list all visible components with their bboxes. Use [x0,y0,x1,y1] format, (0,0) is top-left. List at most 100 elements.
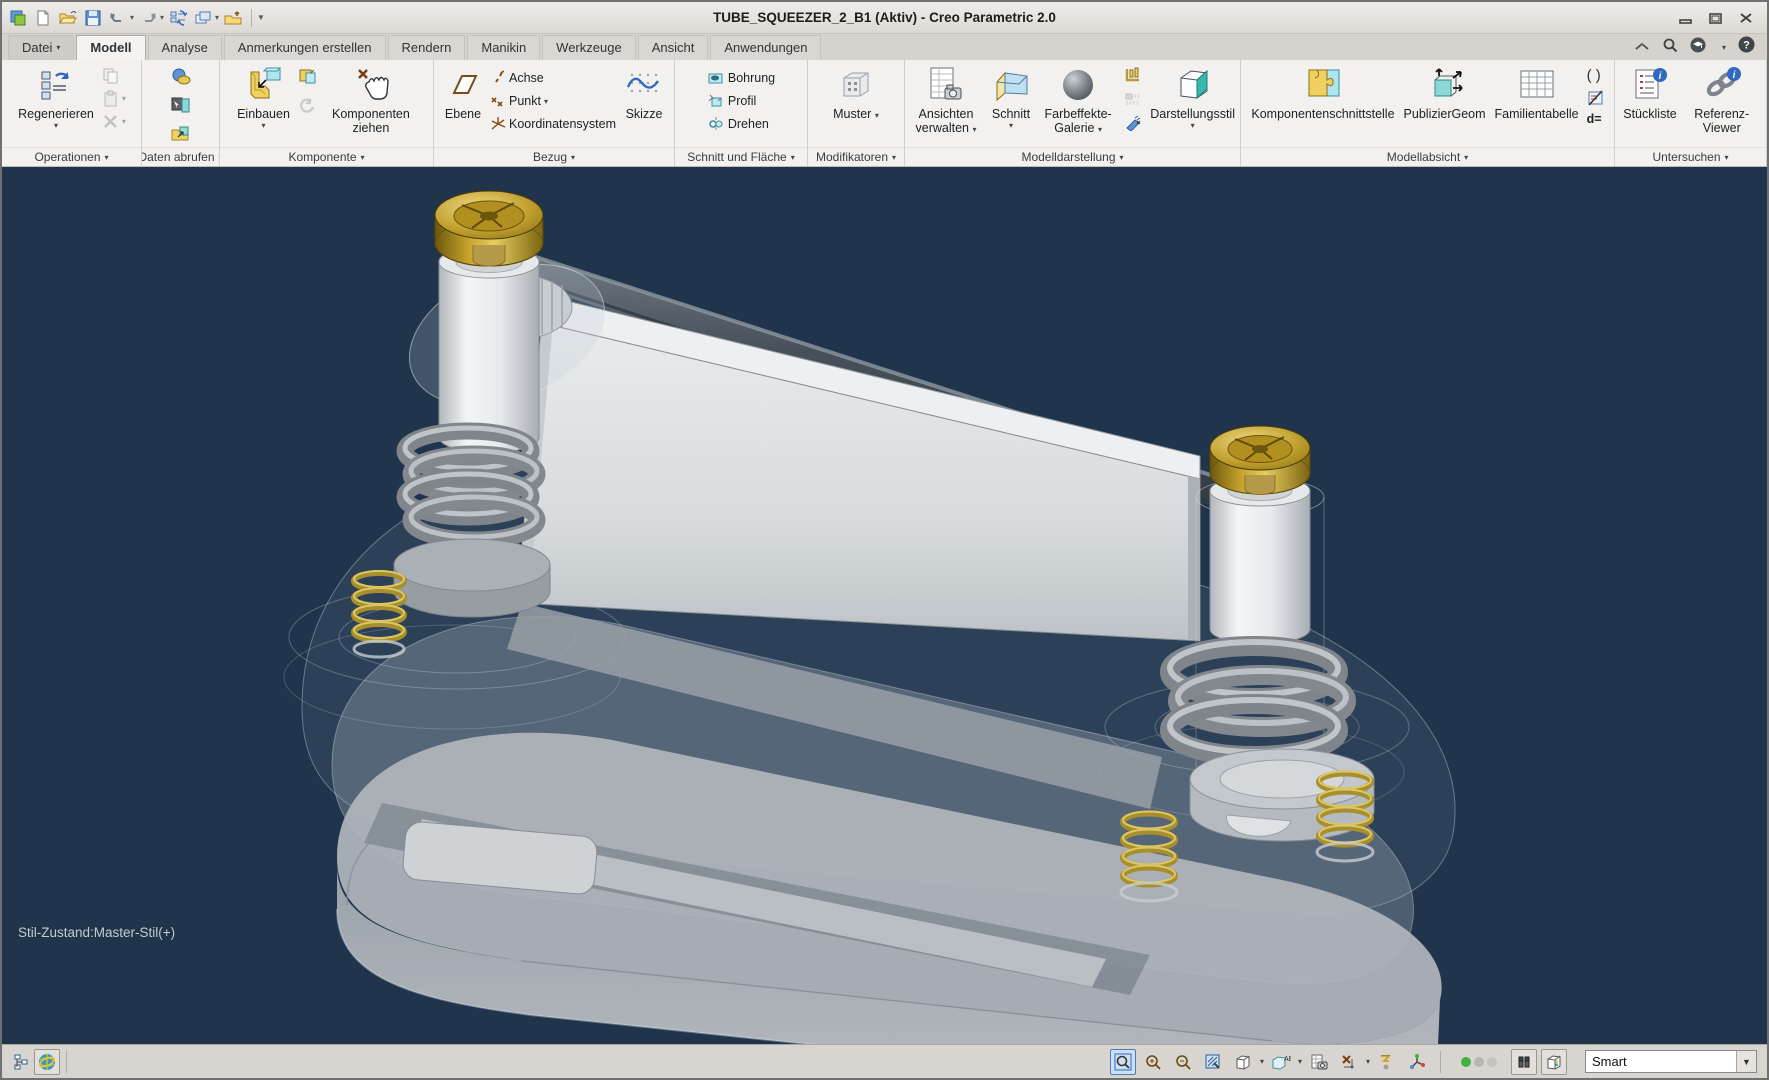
group-modellabsicht: Komponentenschnittstelle PublizierGeom F… [1241,60,1615,166]
annotation-tag-button[interactable] [1374,1049,1400,1075]
regenerieren-button[interactable]: Regenerieren ▾ [15,63,97,133]
undo-dropdown[interactable]: ▾ [130,13,134,22]
dropdown-arrow-icon: ▾ [56,43,61,52]
style-state-label: Stil-Zustand:Master-Stil(+) [18,925,175,940]
parameters-button[interactable]: ( ) [1585,66,1607,85]
undo-button[interactable] [107,7,129,29]
redo-button[interactable] [137,7,159,29]
muster-button[interactable]: Muster ▾ [830,63,882,123]
create-component-button[interactable] [296,66,320,86]
farbeffekte-galerie-button[interactable]: Farbeffekte-Galerie ▾ [1037,63,1119,138]
publiziergeom-button[interactable]: PublizierGeom [1401,63,1489,123]
group-label-modelldarstellung[interactable]: Modelldarstellung [1021,150,1115,164]
bohrung-button[interactable]: Bohrung [705,69,777,87]
tab-anmerkungen[interactable]: Anmerkungen erstellen [223,35,386,60]
ribbon: Regenerieren ▾ ▾ ▾ Operationen ▾ Daten a… [2,60,1767,167]
close-window-button[interactable] [222,7,244,29]
search-icon[interactable] [1662,37,1678,58]
group-label-daten-abrufen[interactable]: Daten abrufen [142,150,215,164]
achse-button[interactable]: Achse [488,69,618,87]
import-data-button[interactable] [168,66,194,88]
tab-anwendungen[interactable]: Anwendungen [710,35,822,60]
component-undo-button[interactable] [296,96,320,116]
browser-toggle-button[interactable] [34,1048,60,1075]
shared-data-button[interactable] [168,122,194,144]
window-switch-button[interactable] [192,7,214,29]
graphics-area[interactable]: Stil-Zustand:Master-Stil(+) [2,167,1767,1044]
tab-manikin[interactable]: Manikin [467,35,541,60]
group-label-bezug[interactable]: Bezug [533,150,567,164]
tab-modell[interactable]: Modell [76,35,146,60]
tab-datei[interactable]: Datei ▾ [8,35,75,60]
save-button[interactable] [82,7,104,29]
datum-display-filter-button[interactable] [1336,1049,1362,1075]
group-label-modellabsicht[interactable]: Modellabsicht [1387,150,1460,164]
repaint-button[interactable] [1200,1049,1226,1075]
ansichten-verwalten-button[interactable]: Ansichten verwalten ▾ [907,63,985,138]
qat-customize-dropdown[interactable]: ▼ [257,13,265,22]
familientabelle-button[interactable]: Familientabelle [1492,63,1582,123]
punkt-button[interactable]: Punkt ▾ [488,92,618,110]
zoom-in-button[interactable] [1140,1049,1166,1075]
switch-dimensions-button[interactable] [1585,89,1607,107]
stueckliste-button[interactable]: i Stückliste [1620,63,1680,123]
dropdown-arrow-icon: ▾ [360,152,365,162]
new-file-button[interactable] [32,7,54,29]
regenerate-quick-button[interactable] [167,7,189,29]
close-button[interactable] [1739,12,1753,24]
drehen-button[interactable]: Drehen [705,115,777,133]
open-file-button[interactable] [57,7,79,29]
delete-button[interactable]: ▾ [100,112,128,131]
ebene-button[interactable]: Ebene [441,63,485,123]
relations-button[interactable]: d= [1585,111,1607,127]
skizze-button[interactable]: Skizze [621,63,667,123]
view-manager-button[interactable] [1541,1048,1567,1075]
window-switch-dropdown[interactable]: ▾ [215,13,219,22]
selection-filter-dropdown[interactable]: Smart ▼ [1585,1050,1757,1073]
referenz-viewer-button[interactable]: i Referenz-Viewer [1683,63,1761,138]
koordinatensystem-button[interactable]: Koordinatensystem [488,115,618,133]
minimize-button[interactable] [1679,12,1693,24]
komponenten-ziehen-button[interactable]: Komponenten ziehen [323,63,419,138]
group-label-untersuchen[interactable]: Untersuchen [1652,150,1720,164]
learning-center-icon[interactable] [1690,37,1710,58]
group-label-komponente[interactable]: Komponente [288,150,356,164]
schnitt-button[interactable]: Schnitt ▾ [988,63,1034,133]
datum-display-dropdown[interactable]: ▾ [1366,1057,1370,1066]
spin-center-button[interactable] [1404,1049,1430,1075]
display-style-button[interactable] [1230,1049,1256,1075]
collapse-ribbon-icon[interactable] [1634,38,1650,56]
user-defined-feature-button[interactable] [168,94,194,116]
zoom-fit-button[interactable] [1109,1048,1136,1075]
zoom-out-button[interactable] [1170,1049,1196,1075]
display-settings-button[interactable] [1122,66,1144,84]
annotation-display-button[interactable]: AB [1268,1049,1294,1075]
group-label-modifikatoren[interactable]: Modifikatoren [816,150,888,164]
tab-analyse[interactable]: Analyse [147,35,222,60]
copy-button[interactable] [100,66,128,85]
komponentenschnittstelle-button[interactable]: Komponentenschnittstelle [1248,63,1397,123]
edit-position-button[interactable] [1122,114,1144,132]
saved-view-list-button[interactable] [1306,1049,1332,1075]
mesh-display-button[interactable] [1122,90,1144,108]
redo-dropdown[interactable]: ▾ [160,13,164,22]
tab-werkzeuge[interactable]: Werkzeuge [542,35,636,60]
help-icon[interactable]: ? [1738,36,1755,58]
tab-rendern[interactable]: Rendern [387,35,466,60]
profil-button[interactable]: Profil [705,92,777,110]
darstellungsstil-button[interactable]: Darstellungsstil ▾ [1147,63,1238,133]
einbauen-button[interactable]: Einbauen ▾ [234,63,293,133]
group-label-operationen[interactable]: Operationen [34,150,100,164]
display-style-dropdown[interactable]: ▾ [1260,1057,1264,1066]
paste-button[interactable]: ▾ [100,89,128,108]
app-icon[interactable] [7,7,29,29]
learning-dropdown-icon[interactable]: ▾ [1722,43,1726,52]
restore-button[interactable] [1709,12,1723,24]
find-button[interactable] [1511,1048,1537,1075]
group-label-schnitt-und-flaeche[interactable]: Schnitt und Fläche [687,150,786,164]
status-dot-green [1461,1056,1471,1067]
tab-ansicht[interactable]: Ansicht [637,35,709,60]
selection-filter-arrow[interactable]: ▼ [1736,1051,1756,1072]
model-tree-toggle-button[interactable] [8,1049,34,1075]
annotation-display-dropdown[interactable]: ▾ [1298,1057,1302,1066]
